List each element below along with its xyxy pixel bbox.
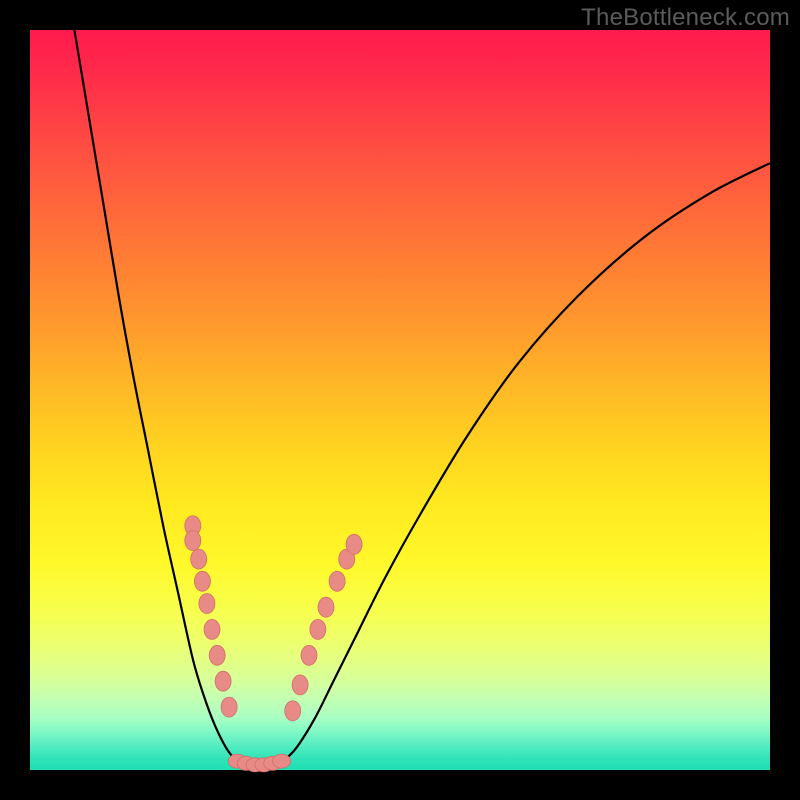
beads-right-branch [285,534,362,721]
bead-marker [292,675,308,695]
bottleneck-curve [74,30,770,767]
bead-marker [209,645,225,665]
bead-marker [204,619,220,639]
beads-valley-floor [228,754,290,772]
bead-marker [221,697,237,717]
bead-marker [215,671,231,691]
beads-left-branch [185,516,237,717]
plot-area [30,30,770,770]
watermark-text: TheBottleneck.com [581,4,790,32]
bead-marker [199,594,215,614]
bead-marker [185,531,201,551]
curve-svg [30,30,770,770]
outer-frame: TheBottleneck.com [0,0,800,800]
bead-marker [191,549,207,569]
bead-marker [285,701,301,721]
bead-marker [273,754,291,768]
bead-marker [194,571,210,591]
bead-marker [318,597,334,617]
bead-marker [329,571,345,591]
bead-marker [310,619,326,639]
bead-marker [301,645,317,665]
bead-marker [346,534,362,554]
